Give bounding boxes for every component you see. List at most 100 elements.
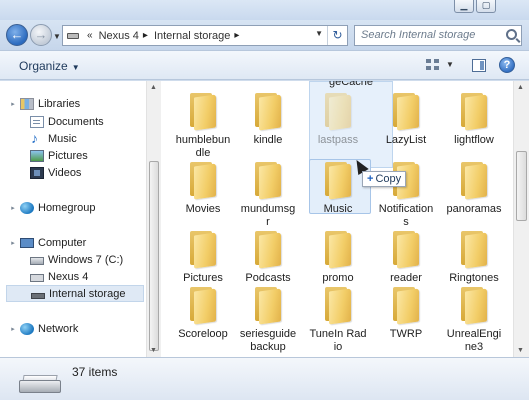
refresh-icon[interactable]: ↻ (327, 26, 347, 45)
scroll-up-arrow-icon[interactable]: ▲ (150, 84, 157, 91)
sidebar-item-network[interactable]: ▸ Network (8, 320, 78, 337)
search-icon[interactable] (506, 29, 517, 40)
recent-pages-chevron-icon[interactable]: ▼ (53, 32, 61, 41)
folder-label: mundumsgr (240, 203, 296, 228)
back-arrow-icon: ← (10, 27, 24, 42)
folder-item[interactable]: lightflow (439, 93, 509, 147)
drive-icon (67, 32, 79, 39)
sidebar-item-label: Nexus 4 (48, 270, 89, 283)
scrollbar-thumb[interactable] (149, 161, 159, 351)
sidebar-item-documents[interactable]: Documents (18, 113, 104, 130)
expand-chevron-icon[interactable]: ▸ (8, 239, 18, 247)
back-button[interactable]: ← (6, 24, 28, 46)
forward-arrow-icon: → (34, 27, 48, 42)
folder-label: lastpass (317, 134, 359, 146)
music-icon (30, 130, 44, 146)
folder-item[interactable]: Pictures (168, 231, 238, 285)
search-input[interactable]: Search Internal storage (354, 25, 522, 46)
view-options-chevron-icon[interactable]: ▼ (446, 60, 454, 69)
sidebar-item-nexus4[interactable]: Nexus 4 (18, 268, 88, 285)
sidebar-item-label: Music (48, 132, 77, 145)
search-placeholder: Search Internal storage (361, 29, 476, 41)
folder-icon (253, 93, 283, 131)
folder-label: promo (322, 272, 354, 284)
partial-folder-label: geCache (328, 81, 374, 88)
preview-pane-icon[interactable] (472, 59, 486, 72)
sidebar-item-label: Libraries (38, 97, 81, 110)
scroll-up-arrow-icon[interactable]: ▲ (517, 84, 524, 91)
folder-item[interactable]: humblebundle (168, 93, 238, 160)
folder-icon (391, 231, 421, 269)
sidebar-item-homegroup[interactable]: ▸ Homegroup (8, 199, 95, 216)
folder-label: Movies (185, 203, 221, 215)
folder-item[interactable]: Ringtones (439, 231, 509, 285)
library-icon (20, 97, 34, 110)
folder-item[interactable]: TuneIn Radio (303, 287, 373, 354)
file-list[interactable]: geCache humblebundle kindle lastpass LazyLi… (161, 81, 514, 357)
folder-item[interactable]: seriesguidebackup (233, 287, 303, 354)
maximize-button[interactable]: ▢ (476, 0, 496, 13)
folder-icon (253, 231, 283, 269)
sidebar-item-label: Pictures (48, 149, 88, 162)
breadcrumb-separator-icon[interactable]: ▸ (143, 30, 148, 41)
address-bar[interactable]: « Nexus 4 ▸ Internal storage ▸ ▼ ↻ (62, 25, 348, 46)
folder-label: Pictures (183, 272, 223, 284)
scroll-down-arrow-icon[interactable]: ▼ (517, 347, 524, 354)
sidebar-item-videos[interactable]: Videos (18, 164, 81, 181)
folder-item[interactable]: kindle (233, 93, 303, 147)
expand-chevron-icon[interactable]: ▸ (8, 325, 18, 333)
folder-item[interactable]: LazyList (371, 93, 441, 147)
sidebar-item-libraries[interactable]: ▸ Libraries (8, 95, 80, 112)
folder-icon (391, 93, 421, 131)
breadcrumb-nexus4[interactable]: Nexus 4 (99, 30, 139, 42)
file-list-scrollbar[interactable]: ▲ ▼ (513, 81, 529, 357)
folder-item[interactable]: Podcasts (233, 231, 303, 285)
help-icon[interactable]: ? (499, 57, 515, 73)
navigation-pane-scrollbar[interactable]: ▲ ▼ (146, 81, 161, 357)
folder-item[interactable]: panoramas (439, 162, 509, 216)
minimize-button[interactable]: ▁ (454, 0, 474, 13)
folder-icon (323, 231, 353, 269)
organize-menu[interactable]: Organize ▼ (19, 59, 80, 73)
address-dropdown-icon[interactable]: ▼ (315, 29, 323, 38)
folder-icon (188, 93, 218, 131)
folder-item[interactable]: reader (371, 231, 441, 285)
sidebar-item-music[interactable]: Music (18, 130, 77, 147)
folder-icon (459, 162, 489, 200)
sidebar-item-computer[interactable]: ▸ Computer (8, 234, 86, 251)
breadcrumb-internal-storage[interactable]: Internal storage (154, 30, 230, 42)
folder-item[interactable]: Movies (168, 162, 238, 216)
folder-item[interactable]: mundumsgr (233, 162, 303, 229)
folder-icon (188, 162, 218, 200)
expand-chevron-icon[interactable]: ▸ (8, 100, 18, 108)
computer-icon (20, 237, 34, 248)
breadcrumb-overflow[interactable]: « (87, 30, 93, 41)
folder-icon (253, 287, 283, 325)
folder-label: LazyList (385, 134, 427, 146)
sidebar-item-windows7-drive[interactable]: Windows 7 (C:) (18, 251, 123, 268)
sidebar-item-label: Computer (38, 236, 87, 249)
folder-item[interactable]: lastpass (303, 93, 373, 147)
details-pane: 37 items (0, 357, 529, 400)
folder-item[interactable]: TWRP (371, 287, 441, 341)
scrollbar-thumb[interactable] (516, 151, 527, 221)
folder-label: Notifications (378, 203, 434, 228)
folder-label: UnrealEngine3 (446, 328, 502, 353)
scroll-down-arrow-icon[interactable]: ▼ (150, 347, 157, 354)
chevron-down-icon: ▼ (71, 63, 80, 72)
sidebar-item-label: Homegroup (38, 201, 96, 214)
forward-button[interactable]: → (30, 24, 52, 46)
change-view-icon[interactable] (426, 59, 440, 71)
folder-item[interactable]: promo (303, 231, 373, 285)
organize-label: Organize (19, 59, 68, 73)
sidebar-item-internal-storage[interactable]: Internal storage (6, 285, 144, 302)
breadcrumb-separator-icon[interactable]: ▸ (234, 30, 239, 41)
folder-item[interactable]: Scoreloop (168, 287, 238, 341)
expand-chevron-icon[interactable]: ▸ (8, 204, 18, 212)
sidebar-item-pictures[interactable]: Pictures (18, 147, 88, 164)
folder-icon (323, 93, 353, 131)
folder-label: seriesguidebackup (239, 328, 297, 353)
documents-icon (30, 115, 44, 128)
folder-item[interactable]: UnrealEngine3 (439, 287, 509, 354)
folder-label: Podcasts (245, 272, 291, 284)
